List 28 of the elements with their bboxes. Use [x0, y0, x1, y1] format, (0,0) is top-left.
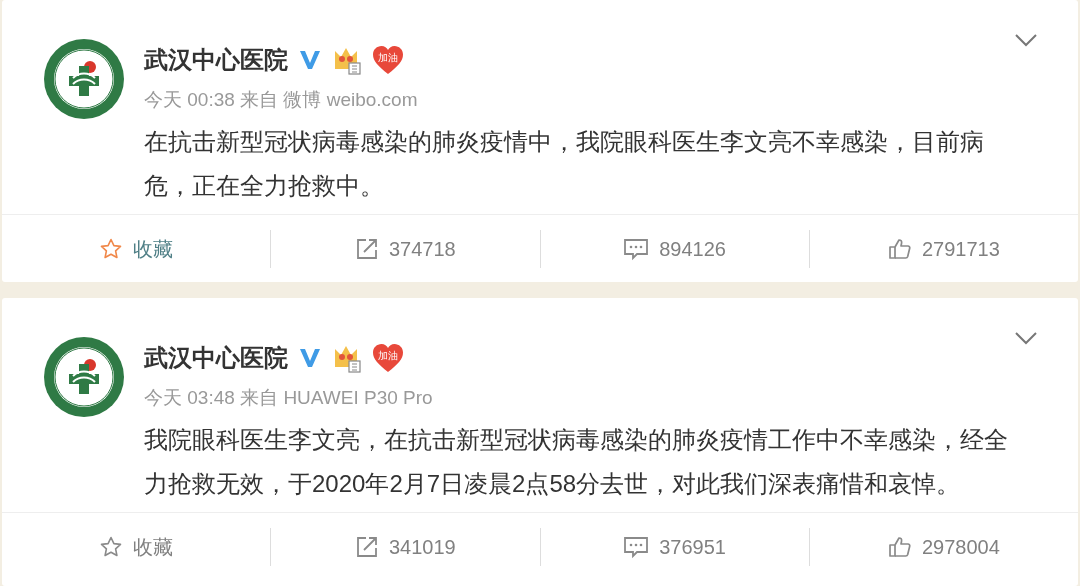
heart-badge-text: 加油	[378, 351, 398, 363]
like-button[interactable]: 2791713	[809, 215, 1078, 282]
author-name[interactable]: 武汉中心医院	[144, 340, 288, 376]
author-name[interactable]: 武汉中心医院	[144, 42, 288, 78]
chevron-down-icon[interactable]	[1014, 32, 1038, 48]
comment-icon	[623, 534, 650, 559]
share-icon	[355, 236, 379, 261]
favorite-button[interactable]: 收藏	[2, 215, 271, 282]
share-icon	[355, 534, 379, 559]
post-text: 在抗击新型冠状病毒感染的肺炎疫情中，我院眼科医生李文亮不幸感染，目前病危，正在全力抢救中。	[144, 127, 985, 201]
like-button[interactable]: 2978004	[809, 513, 1078, 580]
post-meta: 今天 00:38 来自 微博 weibo.com	[144, 88, 419, 112]
post-text: 我院眼科医生李文亮，在抗击新型冠状病毒感染的肺炎疫情工作中不幸感染，经全力抢救无效，于2020年2月7日凌晨2点58分去世，对此我们深表痛惜和哀悼。	[144, 425, 1009, 499]
thumbs-up-icon	[887, 534, 912, 559]
chevron-down-icon[interactable]	[1014, 330, 1038, 346]
comment-button[interactable]: 894126	[540, 215, 809, 282]
repost-button[interactable]: 341019	[271, 513, 540, 580]
hospital-logo-icon	[43, 38, 125, 120]
heart-icon	[372, 343, 404, 373]
comment-button[interactable]: 376951	[540, 513, 809, 580]
hospital-logo-icon	[43, 336, 125, 418]
repost-button[interactable]: 374718	[271, 215, 540, 282]
favorite-button[interactable]: 收藏	[2, 513, 271, 580]
thumbs-up-icon	[887, 236, 912, 261]
comment-icon	[623, 236, 650, 261]
heart-icon	[372, 45, 404, 75]
heart-badge-text: 加油	[378, 53, 398, 65]
post-meta: 今天 03:48 来自 HUAWEI P30 Pro	[144, 386, 434, 410]
